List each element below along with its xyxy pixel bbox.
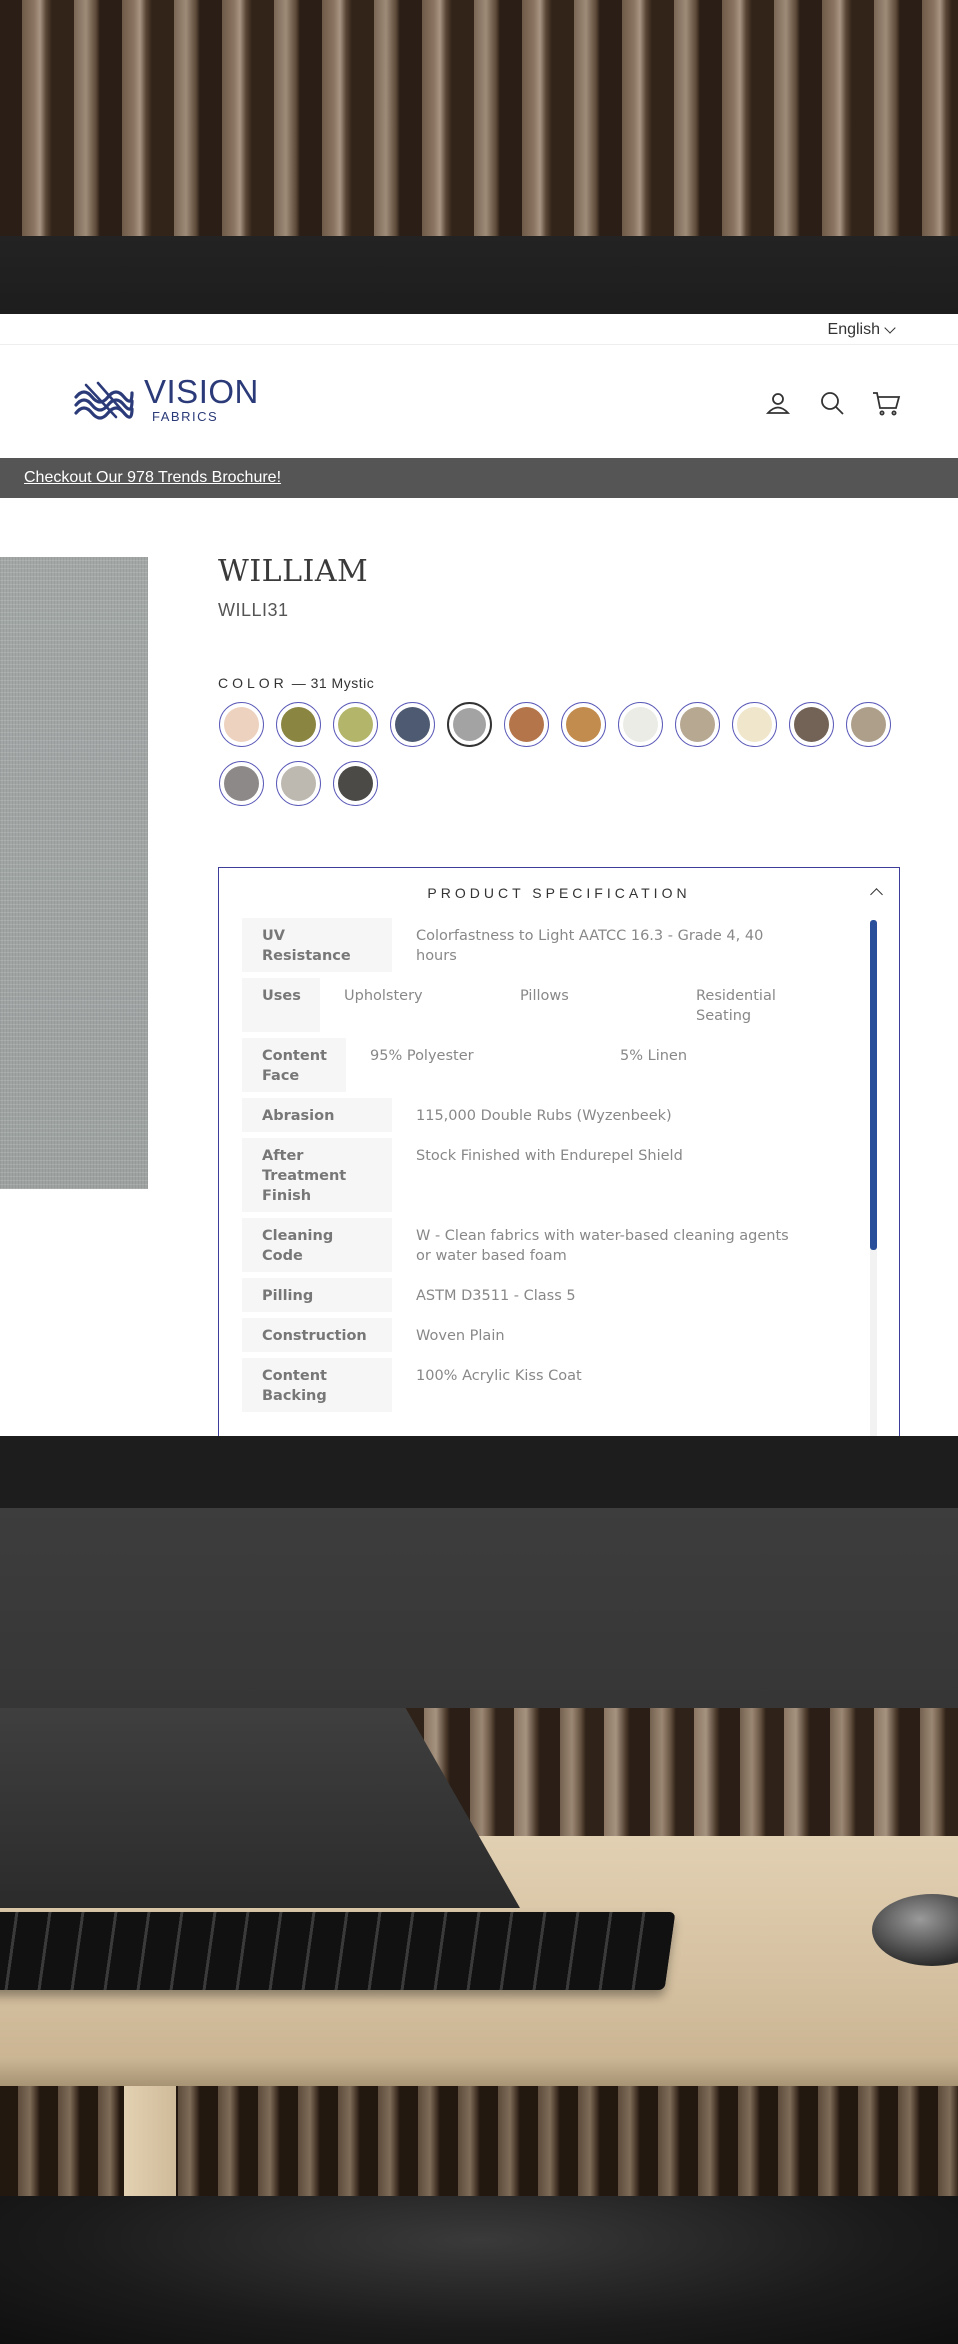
color-swatch[interactable] <box>219 761 264 806</box>
swatch-color-fill <box>509 707 544 742</box>
swatch-color-fill <box>453 708 486 741</box>
photo-keyboard <box>0 1912 676 1990</box>
product-title: WILLIAM <box>218 554 369 589</box>
color-swatch[interactable] <box>333 702 378 747</box>
header-icons <box>762 387 902 419</box>
cart-icon[interactable] <box>870 387 902 419</box>
color-swatch[interactable] <box>618 702 663 747</box>
color-swatch[interactable] <box>333 761 378 806</box>
color-swatch[interactable] <box>276 702 321 747</box>
account-icon[interactable] <box>762 387 794 419</box>
color-swatch[interactable] <box>732 702 777 747</box>
spec-value: W - Clean fabrics with water-based clean… <box>416 1228 789 1264</box>
spec-table: UV Resistance Colorfastness to Light AAT… <box>242 918 842 1418</box>
color-swatch[interactable] <box>846 702 891 747</box>
spec-label: Uses <box>242 978 320 1032</box>
color-swatch[interactable] <box>675 702 720 747</box>
selected-color: — 31 Mystic <box>291 675 375 691</box>
spec-row: Content Backing 100% Acrylic Kiss Coat <box>242 1358 842 1412</box>
swatch-color-fill <box>395 707 430 742</box>
spec-label: Content Backing <box>242 1358 392 1412</box>
swatch-color-fill <box>623 707 658 742</box>
announcement-bar: Checkout Our 978 Trends Brochure! <box>0 458 958 498</box>
color-swatch[interactable] <box>504 702 549 747</box>
spec-label: UV Resistance <box>242 918 392 972</box>
product-specification: PRODUCT SPECIFICATION UV Resistance Colo… <box>218 867 900 1436</box>
swatch-color-fill <box>338 707 373 742</box>
spec-label: Cleaning Code <box>242 1218 392 1272</box>
spec-label: Abrasion <box>242 1098 392 1132</box>
swatch-color-fill <box>737 707 772 742</box>
photo-dark-band <box>0 1436 958 1508</box>
spec-row: Abrasion 115,000 Double Rubs (Wyzenbeek) <box>242 1098 842 1132</box>
product-sku: WILLI31 <box>218 600 289 620</box>
swatch-color-fill <box>851 707 886 742</box>
photo-desk-edge <box>0 2056 958 2086</box>
color-swatch[interactable] <box>561 702 606 747</box>
spec-value: 95% Polyester <box>370 1048 474 1064</box>
spec-value: Colorfastness to Light AATCC 16.3 - Grad… <box>416 928 764 964</box>
swatch-color-fill <box>224 707 259 742</box>
site-header: VISION FABRICS <box>0 344 958 458</box>
logo-subtitle: FABRICS <box>152 409 219 424</box>
wave-logo-icon <box>74 381 134 420</box>
color-label-text: COLOR <box>218 675 288 691</box>
background-photo-slats <box>0 0 958 236</box>
spec-row: Content Face 95% Polyester 5% Linen <box>242 1038 842 1092</box>
chevron-down-icon <box>884 322 896 334</box>
spec-row: After Treatment Finish Stock Finished wi… <box>242 1138 842 1212</box>
swatch-color-fill <box>566 707 601 742</box>
spec-label: Content Face <box>242 1038 346 1092</box>
swatch-color-fill <box>224 766 259 801</box>
background-photo-shadow <box>0 236 958 314</box>
spec-label: Construction <box>242 1318 392 1352</box>
spec-value: 5% Linen <box>620 1048 688 1064</box>
spec-title: PRODUCT SPECIFICATION <box>427 885 691 901</box>
spec-row: UV Resistance Colorfastness to Light AAT… <box>242 918 842 972</box>
swatch-color-fill <box>281 707 316 742</box>
logo-name: VISION <box>144 373 259 410</box>
color-swatch[interactable] <box>447 702 492 747</box>
spec-row: Pilling ASTM D3511 - Class 5 <box>242 1278 842 1312</box>
spec-value: 115,000 Double Rubs (Wyzenbeek) <box>416 1108 672 1124</box>
spec-scrollbar[interactable] <box>870 920 877 1436</box>
color-label: COLOR — 31 Mystic <box>218 675 374 691</box>
photo-wall <box>0 1508 958 1708</box>
spec-scrollbar-thumb[interactable] <box>870 920 877 1250</box>
spec-value: ASTM D3511 - Class 5 <box>416 1288 576 1304</box>
color-swatch[interactable] <box>789 702 834 747</box>
spec-row: Construction Woven Plain <box>242 1318 842 1352</box>
spec-label: Pilling <box>242 1278 392 1312</box>
spec-value: Upholstery <box>344 988 423 1004</box>
brochure-link[interactable]: Checkout Our 978 Trends Brochure! <box>24 469 281 487</box>
color-swatch[interactable] <box>219 702 264 747</box>
spec-value: Woven Plain <box>416 1328 505 1344</box>
product-image[interactable] <box>0 557 148 1189</box>
search-icon[interactable] <box>816 387 848 419</box>
background-photo-desk <box>0 1436 958 2344</box>
spec-value: 100% Acrylic Kiss Coat <box>416 1368 582 1384</box>
chevron-up-icon <box>870 888 883 901</box>
swatch-color-fill <box>794 707 829 742</box>
spec-toggle[interactable]: PRODUCT SPECIFICATION <box>219 868 899 918</box>
spec-value: Residential Seating <box>696 988 776 1024</box>
spec-label: After Treatment Finish <box>242 1138 392 1212</box>
color-swatch[interactable] <box>276 761 321 806</box>
site-frame: English VISION FABRICS Checkout Our 978 … <box>0 314 958 1436</box>
color-swatches <box>219 702 899 806</box>
swatch-color-fill <box>680 707 715 742</box>
logo[interactable]: VISION FABRICS <box>72 375 259 424</box>
swatch-color-fill <box>281 766 316 801</box>
color-swatch[interactable] <box>390 702 435 747</box>
spec-row: Cleaning Code W - Clean fabrics with wat… <box>242 1218 842 1272</box>
swatch-color-fill <box>338 766 373 801</box>
language-label: English <box>827 321 880 338</box>
spec-value: Stock Finished with Endurepel Shield <box>416 1148 683 1164</box>
language-selector[interactable]: English <box>827 318 896 342</box>
photo-bench <box>0 2196 958 2344</box>
spec-row: Uses Upholstery Pillows Residential Seat… <box>242 978 842 1032</box>
spec-value: Pillows <box>520 988 569 1004</box>
